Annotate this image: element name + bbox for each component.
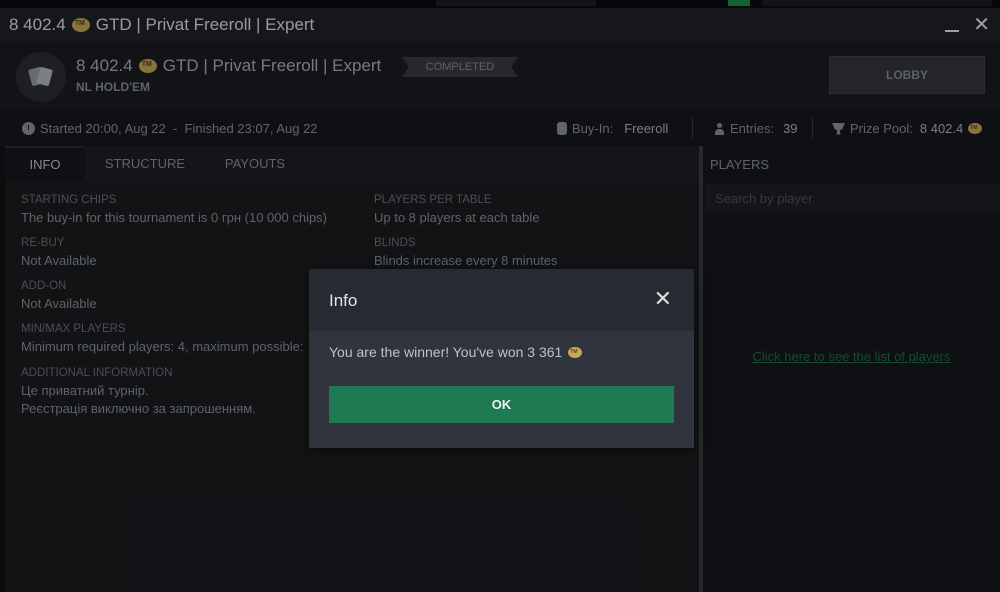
winner-text: You are the winner! You've won 3 361	[329, 344, 563, 360]
info-dialog: Info ✕ You are the winner! You've won 3 …	[309, 269, 694, 448]
ok-button[interactable]: OK	[329, 386, 674, 423]
dialog-message: You are the winner! You've won 3 361	[329, 344, 583, 360]
dialog-header	[309, 269, 694, 331]
close-dialog-button[interactable]: ✕	[654, 288, 672, 310]
tournament-window: 8 402.4 GTD | Privat Freeroll | Expert ✕…	[0, 0, 1000, 592]
coin-icon	[568, 346, 583, 358]
dialog-title: Info	[329, 291, 358, 310]
